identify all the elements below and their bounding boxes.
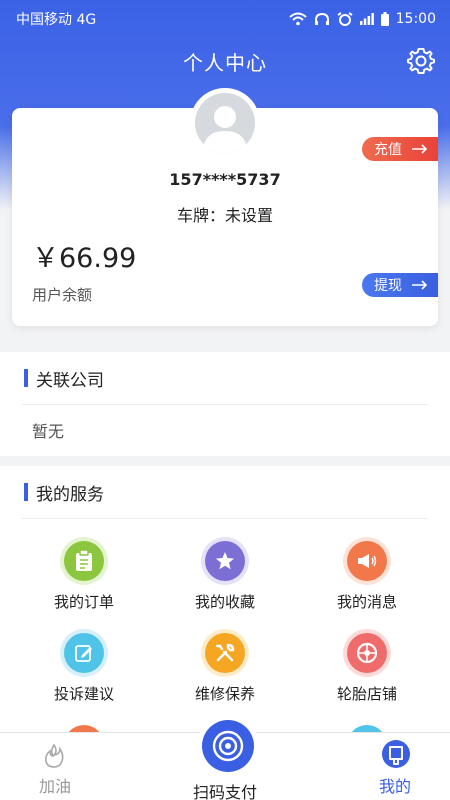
tab-refuel-label: 加油 (38, 777, 71, 796)
settings-button[interactable] (406, 46, 436, 76)
balance-amount: ￥66.99 (32, 243, 137, 274)
profile-card: 157****5737 车牌：未设置 ￥66.99 用户余额 充值 提现 (12, 88, 438, 326)
service-label: 投诉建议 (53, 685, 114, 703)
service-label: 我的消息 (336, 593, 397, 611)
service-orders[interactable]: 我的订单 (24, 541, 144, 612)
scan-pay-button[interactable] (202, 720, 254, 772)
service-label: 维修保养 (194, 685, 255, 703)
recharge-label: 充值 (374, 142, 402, 158)
arrow-right-icon (412, 144, 428, 154)
scan-icon (212, 730, 244, 762)
status-bar: 中国移动 4G 15:00 (0, 0, 450, 38)
service-label: 我的收藏 (194, 593, 255, 611)
recharge-button[interactable]: 充值 (362, 137, 438, 161)
company-section: 关联公司 暂无 (0, 352, 450, 456)
signal-icon (359, 13, 374, 25)
arrow-right-icon (412, 280, 428, 290)
services-section: 我的服务 我的订单 我的收藏 我的消息 投诉建议 维修保养 轮胎店铺 (0, 466, 450, 745)
status-icons: 15:00 (288, 11, 436, 27)
service-feedback[interactable]: 投诉建议 (24, 633, 144, 704)
service-label: 轮胎店铺 (336, 685, 397, 703)
services-header: 我的服务 (0, 466, 450, 518)
star-icon (205, 541, 245, 581)
withdraw-label: 提现 (374, 278, 402, 294)
clock-label: 15:00 (395, 11, 436, 27)
withdraw-button[interactable]: 提现 (362, 273, 438, 297)
megaphone-icon (347, 541, 387, 581)
user-avatar-icon (203, 106, 247, 153)
alarm-icon (337, 12, 353, 26)
tire-icon (347, 633, 387, 673)
tab-mine[interactable]: 我的 (340, 733, 450, 800)
company-empty-text: 暂无 (32, 422, 65, 441)
balance-label: 用户余额 (32, 286, 93, 304)
wrench-icon (205, 633, 245, 673)
services-title: 我的服务 (36, 484, 104, 505)
gear-icon (407, 48, 435, 74)
service-messages[interactable]: 我的消息 (307, 541, 427, 612)
service-tire-shop[interactable]: 轮胎店铺 (307, 633, 427, 704)
service-label: 我的订单 (53, 593, 114, 611)
company-header: 关联公司 (0, 352, 450, 404)
carrier-label: 中国移动 4G (16, 12, 97, 28)
service-maintenance[interactable]: 维修保养 (165, 633, 285, 704)
company-title: 关联公司 (36, 370, 104, 391)
tab-mine-label: 我的 (378, 777, 411, 796)
flame-icon (45, 743, 64, 768)
user-tab-icon (382, 740, 410, 768)
avatar[interactable] (190, 88, 260, 158)
service-favorites[interactable]: 我的收藏 (165, 541, 285, 612)
license-plate: 车牌：未设置 (176, 206, 273, 225)
clipboard-icon (64, 541, 104, 581)
headphone-icon (314, 12, 329, 25)
wifi-icon (288, 12, 307, 26)
edit-icon (64, 633, 104, 673)
section-accent-bar (24, 483, 28, 501)
battery-icon (380, 12, 389, 26)
page-title: 个人中心 (183, 50, 267, 75)
tab-refuel[interactable]: 加油 (0, 733, 110, 800)
phone-number: 157****5737 (169, 170, 281, 189)
section-accent-bar (24, 369, 28, 387)
tab-scan-pay-label: 扫码支付 (192, 783, 257, 800)
